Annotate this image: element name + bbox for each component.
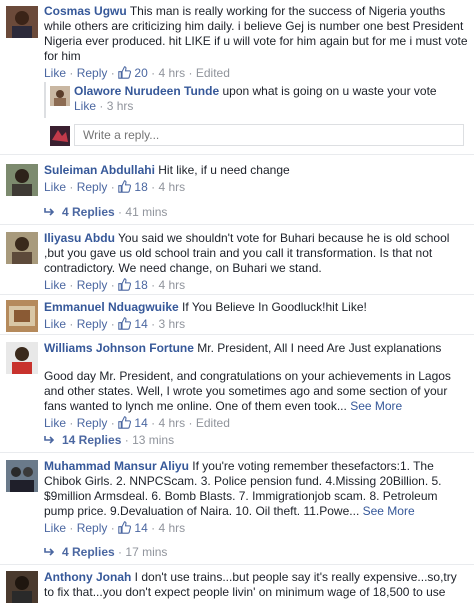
like-link[interactable]: Like [44, 66, 66, 80]
comment-actions: Like · Reply · 14 · 4 hrs · Edited [44, 416, 230, 430]
like-count[interactable]: 14 [118, 416, 148, 430]
separator [0, 334, 474, 335]
comment-suleiman: Suleiman Abdullahi Hit like, if u need c… [44, 163, 468, 195]
reply-olawore: Olawore Nurudeen Tunde upon what is goin… [74, 84, 466, 114]
timestamp[interactable]: 3 hrs [107, 99, 134, 113]
reply-arrow-icon [44, 548, 55, 556]
see-more-link[interactable]: See More [363, 504, 415, 518]
timestamp[interactable]: 4 hrs [158, 66, 185, 80]
avatar [50, 126, 70, 146]
timestamp[interactable]: 4 hrs [158, 416, 185, 430]
comment-williams: Williams Johnson Fortune Mr. President, … [44, 341, 468, 431]
thumbs-up-icon [118, 521, 132, 534]
comment-anthony: Anthony Jonah I don't use trains...but p… [44, 570, 468, 600]
reply-link[interactable]: Reply [77, 66, 108, 80]
avatar[interactable] [6, 342, 38, 374]
like-link[interactable]: Like [44, 416, 66, 430]
reply-link[interactable]: Reply [77, 416, 108, 430]
comment-actions: Like · Reply · 18 · 4 hrs [44, 278, 186, 292]
timestamp[interactable]: 4 hrs [158, 180, 185, 194]
commenter-name[interactable]: Muhammad Mansur Aliyu [44, 459, 189, 473]
commenter-name[interactable]: Anthony Jonah [44, 570, 131, 584]
comment-muhammad: Muhammad Mansur Aliyu If you're voting r… [44, 459, 468, 536]
reply-link[interactable]: Reply [77, 180, 108, 194]
commenter-name[interactable]: Cosmas Ugwu [44, 4, 127, 18]
comment-text: If You Believe In Goodluck!hit Like! [182, 300, 367, 314]
comment-text: Hit like, if u need change [158, 163, 290, 177]
like-count[interactable]: 20 [118, 66, 148, 80]
reply-arrow-icon [44, 436, 55, 444]
separator [0, 224, 474, 225]
comment-actions: Like · Reply · 14 · 3 hrs [44, 317, 186, 331]
separator [0, 154, 474, 155]
timestamp[interactable]: 4 hrs [158, 278, 185, 292]
thumbs-up-icon [118, 180, 132, 193]
like-count[interactable]: 14 [118, 317, 148, 331]
separator [0, 294, 474, 295]
avatar[interactable] [6, 164, 38, 196]
avatar[interactable] [6, 300, 38, 332]
like-link[interactable]: Like [44, 521, 66, 535]
comment-actions: Like · 3 hrs [74, 99, 134, 113]
separator [0, 452, 474, 453]
reply-link[interactable]: Reply [77, 521, 108, 535]
thumbs-up-icon [118, 66, 132, 79]
thread-line [44, 82, 46, 118]
edited-label[interactable]: Edited [196, 66, 230, 80]
commenter-name[interactable]: Williams Johnson Fortune [44, 341, 194, 355]
thumbs-up-icon [118, 317, 132, 330]
thumbs-up-icon [118, 278, 132, 291]
comment-emmanuel: Emmanuel Nduagwuike If You Believe In Go… [44, 300, 468, 332]
timestamp[interactable]: 4 hrs [158, 521, 185, 535]
comment-text: Mr. President, All I need Are Just expla… [197, 341, 442, 355]
reply-link[interactable]: Reply [77, 278, 108, 292]
commenter-name[interactable]: Emmanuel Nduagwuike [44, 300, 179, 314]
see-more-link[interactable]: See More [350, 399, 402, 413]
thumbs-up-icon [118, 416, 132, 429]
like-link[interactable]: Like [44, 180, 66, 194]
timestamp[interactable]: 3 hrs [158, 317, 185, 331]
like-link[interactable]: Like [44, 317, 66, 331]
view-replies-link[interactable]: 4 Replies · 41 mins [44, 205, 167, 219]
avatar[interactable] [6, 460, 38, 492]
avatar[interactable] [50, 86, 70, 106]
comment-actions: Like · Reply · 18 · 4 hrs [44, 180, 186, 194]
comment-actions: Like · Reply · 14 · 4 hrs [44, 521, 186, 535]
like-count[interactable]: 18 [118, 180, 148, 194]
commenter-name[interactable]: Iliyasu Abdu [44, 231, 115, 245]
comment-iliyasu: Iliyasu Abdu You said we shouldn't vote … [44, 231, 468, 293]
reply-link[interactable]: Reply [77, 317, 108, 331]
view-replies-link[interactable]: 4 Replies · 17 mins [44, 545, 167, 559]
reply-input[interactable] [74, 124, 464, 146]
reply-arrow-icon [44, 208, 55, 216]
commenter-name[interactable]: Suleiman Abdullahi [44, 163, 155, 177]
avatar[interactable] [6, 232, 38, 264]
avatar[interactable] [6, 6, 38, 38]
like-link[interactable]: Like [44, 278, 66, 292]
like-count[interactable]: 14 [118, 521, 148, 535]
avatar[interactable] [6, 571, 38, 603]
commenter-name[interactable]: Olawore Nurudeen Tunde [74, 84, 219, 98]
like-link[interactable]: Like [74, 99, 96, 113]
like-count[interactable]: 18 [118, 278, 148, 292]
comment-cosmas: Cosmas Ugwu This man is really working f… [44, 4, 468, 81]
comment-text: upon what is going on u waste your vote [222, 84, 437, 98]
edited-label[interactable]: Edited [196, 416, 230, 430]
separator [0, 564, 474, 565]
view-replies-link[interactable]: 14 Replies · 13 mins [44, 433, 174, 447]
comment-actions: Like · Reply · 20 · 4 hrs · Edited [44, 66, 230, 80]
